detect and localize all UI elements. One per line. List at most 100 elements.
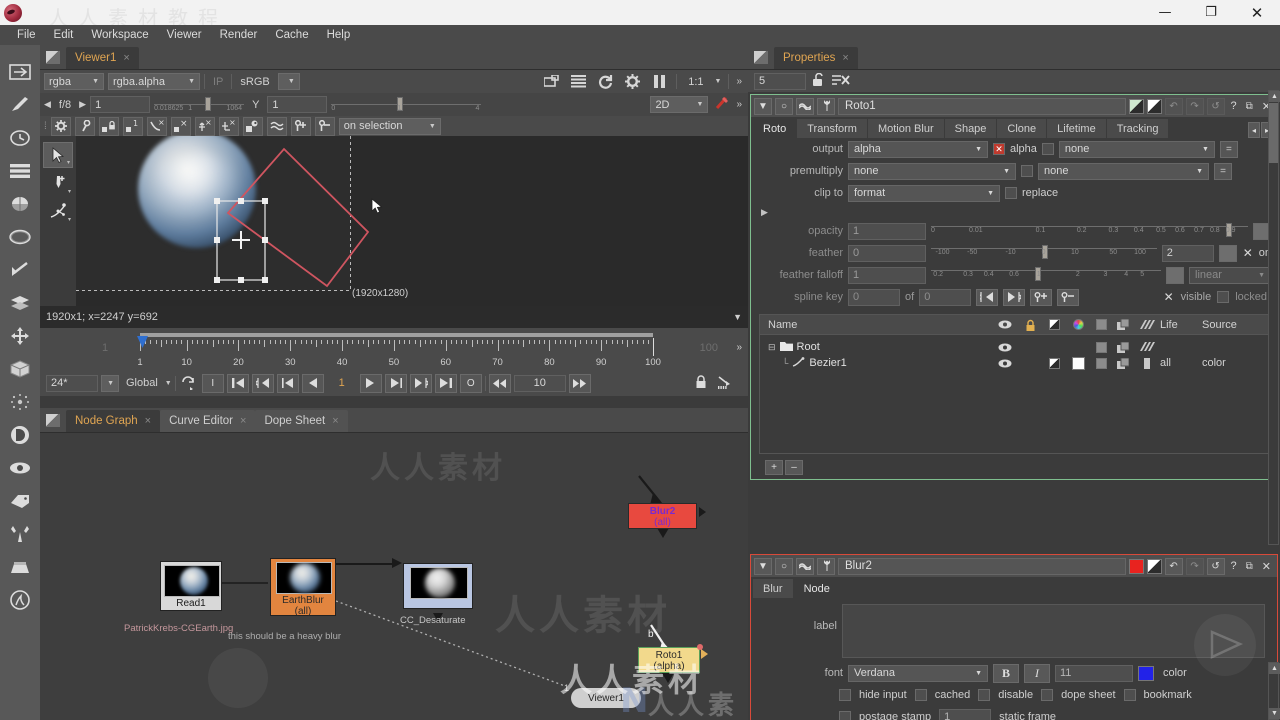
time-icon[interactable] bbox=[0, 121, 40, 154]
transform-handle-box[interactable] bbox=[76, 136, 546, 306]
hide-input-checkbox[interactable] bbox=[839, 689, 851, 701]
goto-end-button[interactable] bbox=[434, 373, 457, 393]
clip-to-dropdown[interactable]: format ▼ bbox=[848, 184, 1000, 202]
skip-forward-button[interactable] bbox=[568, 373, 591, 393]
locked-checkbox[interactable] bbox=[1217, 291, 1230, 303]
undo-icon[interactable]: ↶ bbox=[1164, 97, 1183, 115]
play-forward-button[interactable] bbox=[384, 373, 407, 393]
cached-checkbox[interactable] bbox=[914, 689, 927, 701]
static-frame-field[interactable]: 1 bbox=[939, 708, 992, 720]
table-row-bezier1[interactable]: └ Bezier1 all color bbox=[760, 355, 1268, 371]
spline-of-input[interactable]: 0 bbox=[919, 288, 972, 306]
alpha-checkbox[interactable]: ✕ bbox=[993, 143, 1005, 155]
lock-range-icon[interactable] bbox=[695, 374, 707, 392]
roto-point-icon[interactable] bbox=[74, 116, 95, 136]
font-color-swatch[interactable] bbox=[1138, 665, 1154, 681]
table-row-root[interactable]: ⊟ Root bbox=[760, 339, 1268, 355]
root-motionblur-icon[interactable] bbox=[1134, 342, 1160, 352]
tab-node-graph[interactable]: Node Graph × bbox=[66, 410, 161, 432]
filter-icon[interactable] bbox=[0, 220, 40, 253]
toolsets-icon[interactable] bbox=[0, 517, 40, 550]
opacity-slider[interactable]: 0 0.01 0.1 0.2 0.3 0.4 0.5 0.6 0.7 0.8 0… bbox=[931, 222, 1248, 240]
unlock-icon[interactable] bbox=[812, 72, 826, 89]
tab-clone[interactable]: Clone bbox=[997, 119, 1047, 138]
gain-slider[interactable]: 0.018625 1 1064 bbox=[154, 96, 245, 113]
feather-slider[interactable]: -100 -50 -10 0 10 50 100 bbox=[931, 244, 1157, 262]
node-graph-canvas[interactable]: 人人素材 人人素材 Read1 PatrickKrebs-CGEarth.jpg… bbox=[40, 433, 748, 720]
tabs-scroll-left-icon[interactable]: ◂ bbox=[1248, 122, 1260, 138]
skip-back-button[interactable] bbox=[488, 373, 511, 393]
spline-key-input[interactable]: 0 bbox=[848, 288, 900, 306]
help-icon[interactable]: ? bbox=[1228, 560, 1240, 572]
properties-panel-grip[interactable] bbox=[754, 51, 768, 64]
channels-dropdown[interactable]: rgba ▼ bbox=[44, 73, 104, 90]
menu-help[interactable]: Help bbox=[318, 27, 360, 43]
output-dropdown[interactable]: alpha ▼ bbox=[848, 140, 988, 158]
channel-icon[interactable] bbox=[0, 154, 40, 187]
gear-icon[interactable] bbox=[622, 72, 642, 91]
menu-cache[interactable]: Cache bbox=[266, 27, 317, 43]
bezier1-visible-icon[interactable] bbox=[992, 359, 1018, 368]
font-dropdown[interactable]: Verdana ▼ bbox=[848, 664, 988, 682]
draw-icon[interactable] bbox=[0, 88, 40, 121]
bookmark-checkbox[interactable] bbox=[1123, 689, 1136, 701]
roto-ripple-icon[interactable] bbox=[266, 116, 287, 136]
visible-checkbox[interactable]: ✕ bbox=[1163, 290, 1175, 304]
tab-node-graph-close-icon[interactable]: × bbox=[145, 415, 151, 427]
gain-prev-arrow-icon[interactable]: ◀ bbox=[44, 99, 51, 110]
undo-icon[interactable]: ↶ bbox=[1164, 557, 1183, 575]
layers-icon[interactable] bbox=[568, 72, 588, 91]
tab-properties-close-icon[interactable]: × bbox=[842, 52, 848, 64]
roto-delete-point-icon[interactable]: × bbox=[170, 116, 191, 136]
roto-move-x-icon[interactable]: × bbox=[194, 116, 215, 136]
root-opacity-swatch[interactable] bbox=[1090, 341, 1112, 353]
timeline-ruler[interactable]: 1 100 1 10 20 30 40 50 60 70 80 90 100 1 » bbox=[40, 328, 748, 370]
gain-next-arrow-icon[interactable]: ▶ bbox=[79, 99, 86, 110]
scroll-up-icon[interactable]: ▲ bbox=[1269, 663, 1280, 674]
help-icon[interactable]: ? bbox=[1228, 100, 1240, 112]
maximize-button[interactable]: ❐ bbox=[1188, 0, 1234, 25]
falloff-input[interactable]: 1 bbox=[848, 266, 926, 284]
roto-feather-icon[interactable] bbox=[242, 116, 263, 136]
properties-scrollbar[interactable]: ▲ bbox=[1268, 90, 1280, 545]
bold-button[interactable]: B bbox=[993, 663, 1019, 683]
menu-file[interactable]: File bbox=[8, 27, 45, 43]
menu-viewer[interactable]: Viewer bbox=[158, 27, 211, 43]
root-mix-icon[interactable] bbox=[1112, 341, 1134, 353]
minimize-button[interactable]: — bbox=[1142, 0, 1188, 25]
gamma-slider[interactable]: 0 1 4 bbox=[331, 96, 482, 113]
particles-icon[interactable] bbox=[0, 385, 40, 418]
alpha-channel-checkbox[interactable] bbox=[1041, 143, 1054, 155]
roto1-color-swatch-a[interactable] bbox=[1128, 98, 1144, 114]
float-icon[interactable]: ⧉ bbox=[1243, 101, 1256, 112]
tab-curve-editor[interactable]: Curve Editor × bbox=[160, 410, 256, 432]
add-shape-button[interactable]: + bbox=[765, 460, 783, 475]
viewer-panel-grip[interactable] bbox=[46, 51, 60, 64]
tab-transform[interactable]: Transform bbox=[797, 119, 867, 138]
blur2-scrollbar[interactable]: ▲ ▼ bbox=[1268, 662, 1280, 720]
views-icon[interactable] bbox=[0, 451, 40, 484]
refresh-icon[interactable] bbox=[595, 72, 615, 91]
blur2-name-field[interactable]: Blur2 bbox=[838, 557, 1126, 575]
expand-chevrons-icon[interactable]: » bbox=[736, 99, 742, 110]
pin-count-field[interactable]: 5 bbox=[754, 72, 806, 90]
goto-start-button[interactable] bbox=[226, 373, 249, 393]
bezier1-color-swatch[interactable] bbox=[1066, 356, 1090, 370]
transform-icon[interactable] bbox=[0, 319, 40, 352]
nodegraph-panel-grip[interactable] bbox=[46, 414, 60, 427]
view-mode-dropdown[interactable]: 2D ▼ bbox=[650, 96, 709, 113]
font-size-field[interactable]: 11 bbox=[1055, 664, 1133, 682]
feather-animate-button[interactable] bbox=[1218, 244, 1237, 262]
roto1-name-field[interactable]: Roto1 bbox=[838, 97, 1126, 115]
timeline-end-frame[interactable]: 100 bbox=[700, 342, 718, 354]
bezier1-mix-icon[interactable] bbox=[1112, 357, 1134, 369]
node-cc-desaturate[interactable] bbox=[403, 563, 473, 609]
node-circle-icon[interactable]: ○ bbox=[775, 97, 793, 115]
node-blur2[interactable]: Blur2 (all) bbox=[628, 503, 697, 529]
set-key-button[interactable]: I bbox=[201, 373, 224, 393]
loop-button[interactable]: O bbox=[459, 373, 482, 393]
loop-mode-icon[interactable] bbox=[179, 374, 199, 393]
image-input-icon[interactable] bbox=[0, 55, 40, 88]
next-keyframe-button[interactable] bbox=[409, 373, 432, 393]
tab-viewer1[interactable]: Viewer1 × bbox=[66, 47, 139, 69]
